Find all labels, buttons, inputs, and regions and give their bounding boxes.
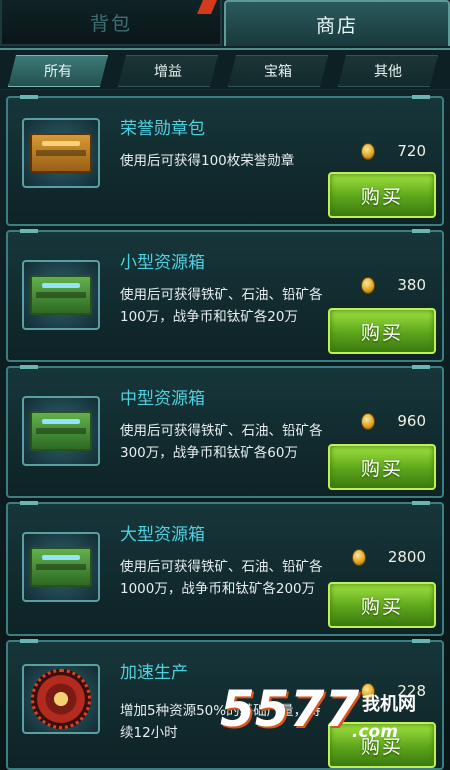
buy-button[interactable]: 购买 (328, 582, 436, 628)
item-price: 228 (397, 682, 426, 700)
buy-label: 购买 (360, 185, 403, 208)
filter-tab-bar: 所有 增益 宝箱 其他 (0, 48, 450, 90)
gear-speedup-icon (31, 669, 91, 729)
coin-icon (361, 276, 376, 294)
item-name: 荣誉勋章包 (120, 119, 205, 139)
item-description: 增加5种资源50%的基础产量，持续12小时 (120, 703, 321, 741)
buy-button[interactable]: 购买 (328, 172, 436, 218)
item-icon-frame (22, 532, 100, 602)
filter-tab-chest[interactable]: 宝箱 (228, 55, 328, 87)
buy-button[interactable]: 购买 (328, 444, 436, 490)
top-tab-bar: 背包 商店 (0, 0, 450, 48)
gold-crate-icon (30, 133, 92, 173)
small-resource-crate-icon (30, 275, 92, 315)
item-icon-frame (22, 664, 100, 734)
item-name: 大型资源箱 (120, 525, 205, 545)
item-description: 使用后可获得铁矿、石油、铅矿各300万，战争币和钛矿各60万 (120, 423, 323, 461)
filter-tab-all[interactable]: 所有 (8, 55, 108, 87)
coin-icon (361, 682, 376, 700)
shop-item-card: 小型资源箱 使用后可获得铁矿、石油、铅矿各100万，战争币和钛矿各20万 380… (6, 229, 444, 362)
coin-icon (361, 142, 376, 160)
shop-screen: 背包 商店 所有 增益 宝箱 其他 荣誉勋章包 使用后可获得100枚荣誉勋章 7… (0, 0, 450, 770)
medium-resource-crate-icon (30, 411, 92, 451)
price-row: 2800 (351, 548, 426, 566)
tab-backpack[interactable]: 背包 (0, 0, 222, 46)
shop-item-card: 加速生产 增加5种资源50%的基础产量，持续12小时 228 购买 (6, 639, 444, 770)
item-price: 720 (397, 142, 426, 160)
item-price: 960 (397, 412, 426, 430)
filter-tab-label: 其他 (374, 64, 402, 80)
item-name: 小型资源箱 (120, 253, 205, 273)
filter-tab-label: 增益 (154, 64, 182, 80)
item-icon-frame (22, 260, 100, 330)
tab-shop-label: 商店 (315, 14, 358, 37)
item-price: 380 (397, 276, 426, 294)
shop-item-card: 荣誉勋章包 使用后可获得100枚荣誉勋章 720 购买 (6, 95, 444, 226)
item-name: 中型资源箱 (120, 389, 205, 409)
item-icon-frame (22, 396, 100, 466)
price-row: 720 (361, 142, 426, 160)
item-icon-frame (22, 118, 100, 188)
buy-label: 购买 (360, 457, 403, 480)
filter-tab-label: 所有 (44, 64, 72, 80)
item-description: 使用后可获得100枚荣誉勋章 (120, 153, 295, 169)
large-resource-crate-icon (30, 547, 92, 587)
shop-item-card: 大型资源箱 使用后可获得铁矿、石油、铅矿各1000万，战争币和钛矿各200万 2… (6, 501, 444, 636)
coin-icon (361, 412, 376, 430)
buy-label: 购买 (360, 595, 403, 618)
buy-label: 购买 (360, 735, 403, 758)
filter-tab-label: 宝箱 (264, 64, 292, 80)
item-price: 2800 (387, 548, 426, 566)
filter-tab-buff[interactable]: 增益 (118, 55, 218, 87)
filter-tab-other[interactable]: 其他 (338, 55, 438, 87)
tab-backpack-label: 背包 (89, 12, 132, 35)
price-row: 380 (361, 276, 426, 294)
buy-button[interactable]: 购买 (328, 308, 436, 354)
price-row: 960 (361, 412, 426, 430)
item-name: 加速生产 (120, 663, 188, 683)
coin-icon (351, 548, 366, 566)
buy-label: 购买 (360, 321, 403, 344)
price-row: 228 (361, 682, 426, 700)
buy-button[interactable]: 购买 (328, 722, 436, 768)
shop-item-card: 中型资源箱 使用后可获得铁矿、石油、铅矿各300万，战争币和钛矿各60万 960… (6, 365, 444, 498)
item-description: 使用后可获得铁矿、石油、铅矿各100万，战争币和钛矿各20万 (120, 287, 323, 325)
item-description: 使用后可获得铁矿、石油、铅矿各1000万，战争币和钛矿各200万 (120, 559, 323, 597)
tab-shop[interactable]: 商店 (224, 0, 450, 46)
